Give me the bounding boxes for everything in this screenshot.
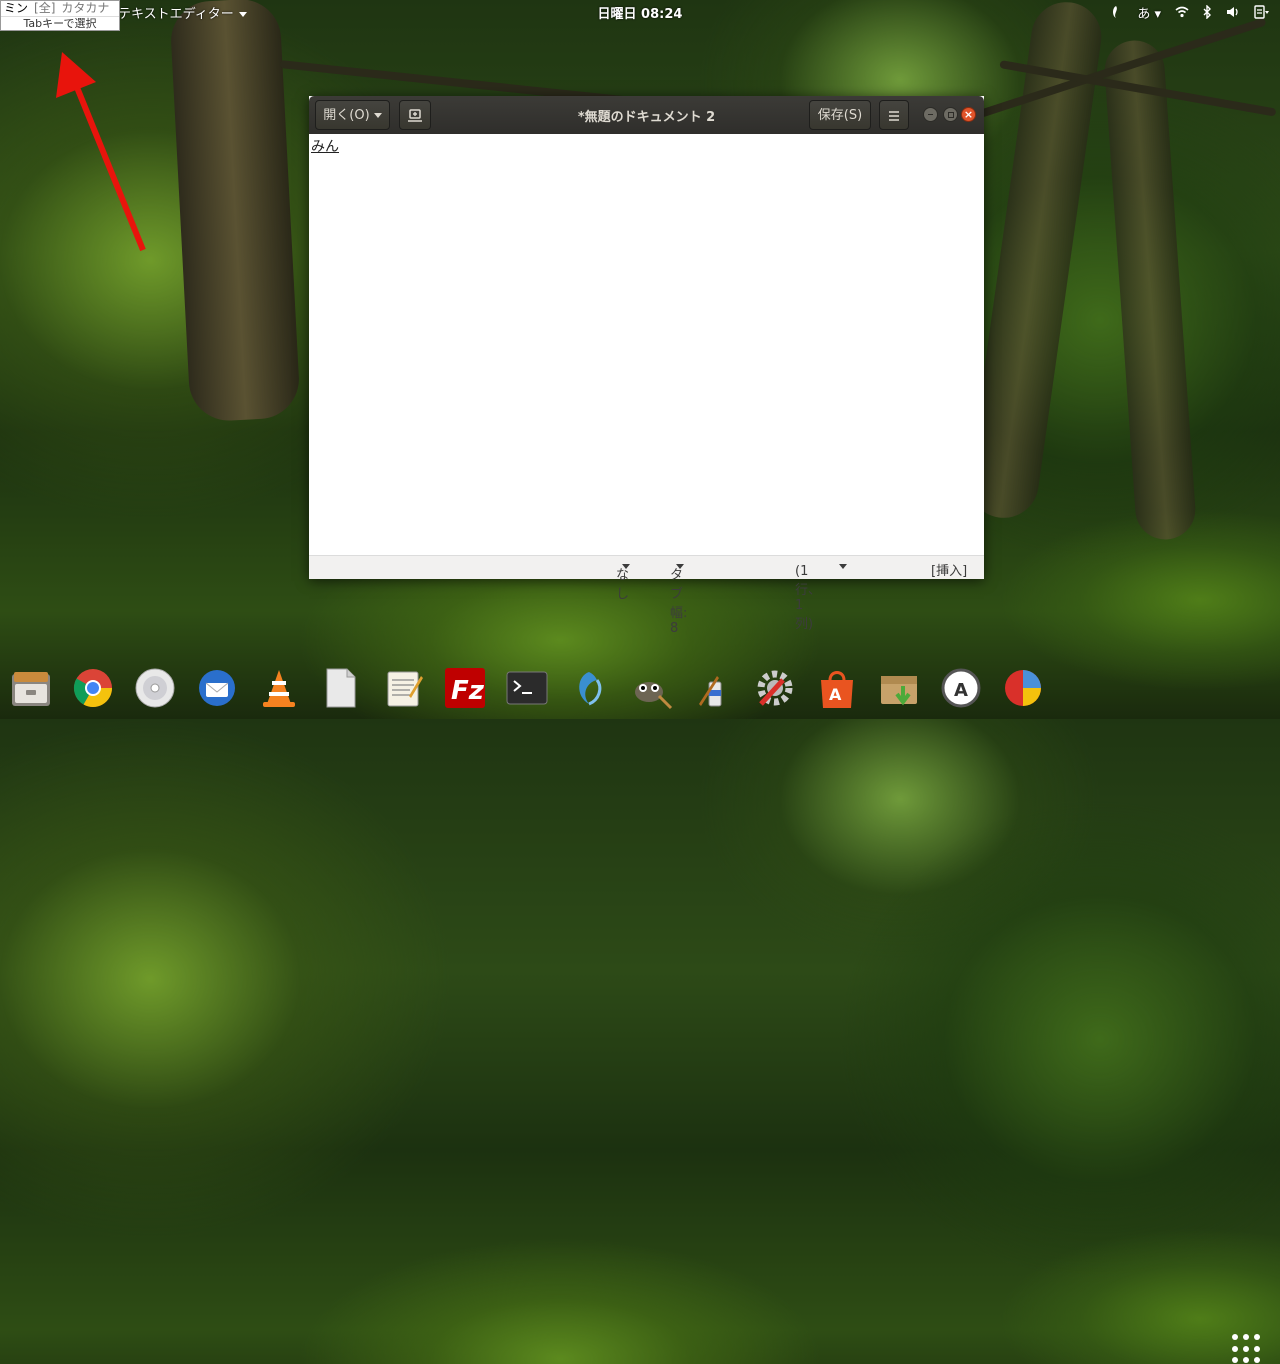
new-tab-button[interactable] — [399, 100, 431, 130]
close-button[interactable]: × — [961, 107, 976, 122]
minimize-button[interactable] — [923, 107, 938, 122]
document-viewer-icon[interactable] — [319, 666, 363, 710]
new-document-icon — [408, 109, 422, 122]
wifi-icon[interactable] — [1175, 6, 1189, 18]
svg-text:A: A — [829, 685, 842, 704]
chrome-icon[interactable] — [71, 666, 115, 710]
shotwell-icon[interactable] — [567, 666, 611, 710]
thunderbird-icon[interactable] — [195, 666, 239, 710]
indicator-icon[interactable] — [1109, 5, 1123, 19]
maximize-button[interactable] — [943, 107, 958, 122]
disk-usage-icon[interactable] — [1001, 666, 1045, 710]
paint-icon[interactable] — [691, 666, 735, 710]
annotation-arrow — [56, 52, 146, 252]
dock: Fz A A — [0, 660, 1280, 1364]
text-area[interactable]: みん — [309, 134, 984, 556]
show-apps-icon[interactable] — [1232, 1334, 1262, 1364]
insert-mode[interactable]: [挿入] — [931, 560, 967, 579]
window-title: *無題のドキュメント 2 — [577, 110, 716, 125]
volume-icon[interactable] — [1226, 6, 1240, 18]
system-tray: あ ▾ — [1109, 2, 1270, 22]
status-bar: なし タブ幅: 8 (1行、1列) [挿入] — [309, 555, 984, 636]
editor-text: みん — [311, 139, 339, 155]
software-center-icon[interactable]: A — [815, 666, 859, 710]
header-bar: 開く(O) *無題のドキュメント 2 保存(S) × — [309, 96, 984, 134]
chevron-down-icon — [676, 564, 684, 569]
filezilla-icon[interactable]: Fz — [443, 666, 487, 710]
text-editor-icon[interactable] — [381, 666, 425, 710]
chevron-down-icon — [373, 113, 382, 118]
chevron-down-icon — [622, 564, 630, 569]
open-button[interactable]: 開く(O) — [315, 100, 390, 130]
archive-icon[interactable] — [877, 666, 921, 710]
bluetooth-icon[interactable] — [1203, 5, 1212, 19]
tree-trunk — [1102, 38, 1198, 542]
gimp-icon[interactable] — [629, 666, 673, 710]
clock[interactable]: 日曜日 08:24 — [0, 3, 1280, 22]
updater-icon[interactable]: A — [939, 666, 983, 710]
system-menu-icon[interactable] — [1254, 5, 1270, 19]
menu-icon — [889, 111, 899, 121]
hamburger-menu-button[interactable] — [879, 100, 909, 130]
chevron-down-icon — [839, 564, 847, 569]
vlc-icon[interactable] — [257, 666, 301, 710]
top-panel: テキストエディター 日曜日 08:24 あ ▾ — [0, 0, 1280, 22]
save-button[interactable]: 保存(S) — [809, 100, 871, 130]
files-icon[interactable] — [9, 666, 53, 710]
svg-text:A: A — [954, 680, 968, 701]
close-icon: × — [963, 108, 974, 121]
input-method-indicator[interactable]: あ ▾ — [1137, 3, 1161, 22]
terminal-icon[interactable] — [505, 666, 549, 710]
svg-text:Fz: Fz — [451, 676, 485, 706]
disc-icon[interactable] — [133, 666, 177, 710]
text-editor-window: 開く(O) *無題のドキュメント 2 保存(S) × みん なし タブ幅: 8 … — [309, 96, 984, 636]
system-tools-icon[interactable] — [753, 666, 797, 710]
